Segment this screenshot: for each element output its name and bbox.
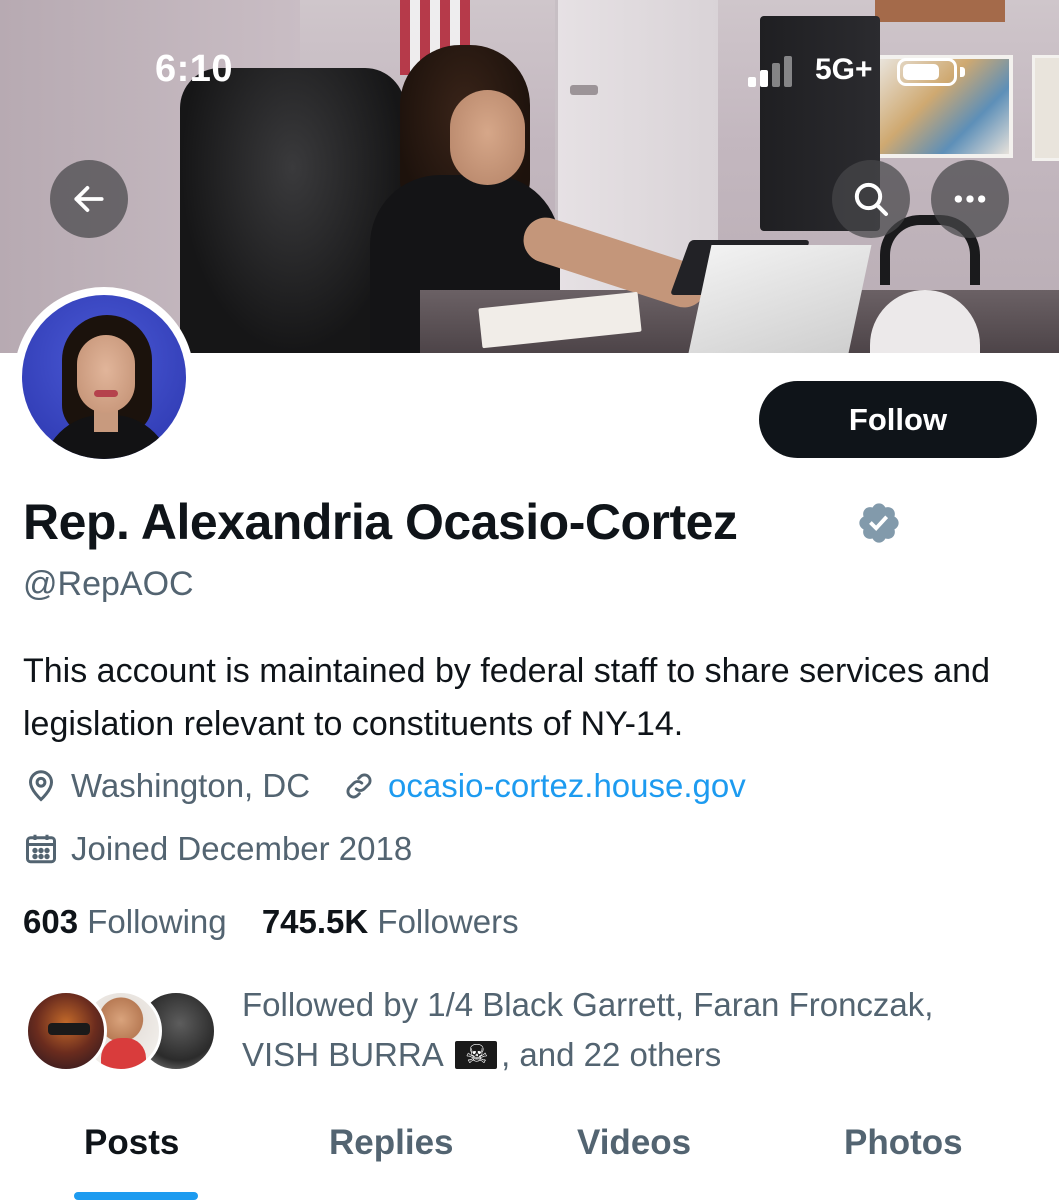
verified-badge-icon[interactable] [856,500,902,546]
status-time: 6:10 [155,48,234,90]
following-stat[interactable]: 603 Following [23,903,227,940]
profile-joined-date: Joined December 2018 [71,830,413,867]
followed-by-text[interactable]: Followed by 1/4 Black Garrett, Faran Fro… [242,980,1042,1080]
followers-label: Followers [377,903,519,940]
following-label: Following [87,903,227,940]
profile-joined-row: Joined December 2018 [23,830,412,868]
avatar-image [22,295,186,459]
more-button[interactable] [931,160,1009,238]
profile-location: Washington, DC [71,767,311,804]
banner-picture-frame [1032,55,1059,161]
tab-posts[interactable]: Posts [84,1123,179,1163]
banner-person-face [450,90,525,185]
profile-stats: 603 Following 745.5K Followers [23,903,545,941]
link-icon [346,773,372,799]
pirate-flag-icon [455,1037,498,1071]
banner-picture-frame [875,0,1005,22]
tab-videos[interactable]: Videos [577,1123,691,1163]
followed-by-avatars[interactable] [25,990,220,1075]
avatar-face [77,335,135,413]
followed-by-suffix: , and 22 others [501,1036,722,1073]
profile-tabs: Posts Replies Videos Photos [0,1105,1059,1200]
more-horizontal-icon [954,195,986,203]
location-pin-icon [28,770,54,802]
active-tab-indicator [74,1192,198,1200]
battery-cap [960,67,965,77]
back-button[interactable] [50,160,128,238]
banner-door-handle [570,85,598,95]
followers-stat[interactable]: 745.5K Followers [262,903,519,940]
network-type: 5G+ [815,53,873,86]
arrow-left-icon [74,186,104,212]
profile-bio: This account is maintained by federal st… [23,652,990,743]
followed-by-name: VISH BURRA [242,1036,442,1073]
followed-by-prefix: Followed by 1/4 Black Garrett, Faran Fro… [242,986,934,1023]
followers-count: 745.5K [261,903,369,940]
calendar-icon [26,834,56,864]
battery-fill [903,64,939,80]
profile-handle: @RepAOC [23,565,194,603]
tab-photos[interactable]: Photos [844,1123,963,1163]
signal-icon [748,55,798,87]
avatar-lips [94,390,118,397]
banner-folder [688,245,872,353]
search-button[interactable] [832,160,910,238]
profile-meta-row: Washington, DC ocasio-cortez.house.gov [23,767,746,805]
follower-avatar [25,990,107,1072]
profile-website-link[interactable]: ocasio-cortez.house.gov [388,767,746,805]
profile-avatar[interactable] [14,287,194,467]
following-count: 603 [23,903,79,940]
follow-button[interactable]: Follow [759,381,1037,458]
tab-replies[interactable]: Replies [329,1123,454,1163]
search-icon [854,182,888,216]
battery-icon [897,58,957,86]
profile-name: Rep. Alexandria Ocasio-Cortez [23,494,738,550]
